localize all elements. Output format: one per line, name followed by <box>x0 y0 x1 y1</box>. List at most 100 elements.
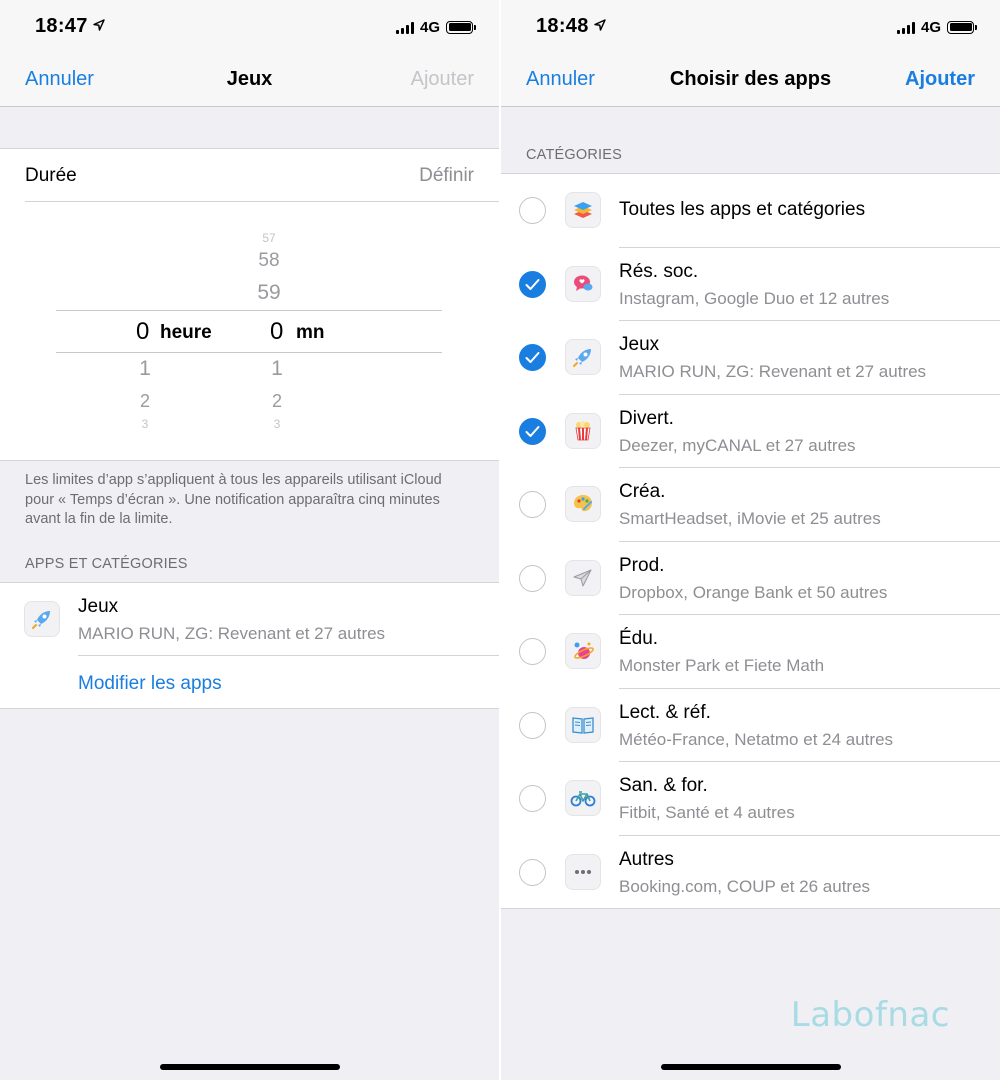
checkmark-icon <box>525 352 540 363</box>
row-divider <box>25 201 499 202</box>
paper-plane-icon <box>565 559 601 596</box>
category-subtitle: Fitbit, Santé et 4 autres <box>619 803 795 822</box>
screen-right: 18:48 4G Annuler Choisir des apps Ajoute… <box>501 0 1000 1080</box>
apps-card: Jeux MARIO RUN, ZG: Revenant et 27 autre… <box>0 582 499 709</box>
picker-hour-below: 1 <box>139 357 151 380</box>
duration-label: Durée <box>25 165 77 186</box>
category-checkbox[interactable] <box>519 785 546 812</box>
checkmark-icon <box>525 278 540 290</box>
section-header-apps: APPS ET CATÉGORIES <box>25 556 188 572</box>
category-checkbox[interactable] <box>519 197 546 224</box>
rocket-icon <box>24 601 60 637</box>
category-list: Toutes les apps et catégories Rés. soc. … <box>501 173 1000 909</box>
category-subtitle: Deezer, myCANAL et 27 autres <box>619 435 856 455</box>
home-indicator[interactable] <box>661 1064 841 1070</box>
category-checkbox[interactable] <box>519 638 546 665</box>
picker-minute-above: 58 <box>258 250 280 271</box>
nav-bar: Annuler Choisir des apps Ajouter <box>501 52 1000 107</box>
book-icon <box>565 706 601 743</box>
status-time: 18:47 <box>35 15 105 38</box>
picker-hour-below: 2 <box>139 391 150 411</box>
category-checkbox[interactable] <box>519 491 546 518</box>
category-subtitle: Météo-France, Netatmo et 24 autres <box>619 729 894 749</box>
picker-minutes-value: 0 <box>270 318 284 345</box>
category-subtitle: Booking.com, COUP et 26 autres <box>619 876 871 896</box>
category-checkbox-checked[interactable] <box>519 270 546 298</box>
category-checkbox[interactable] <box>519 711 546 739</box>
category-row-education[interactable]: Édu. Monster Park et Fiete Math <box>501 615 1000 689</box>
duration-value[interactable]: Définir <box>419 165 474 187</box>
picker-selection-bottom <box>56 352 442 353</box>
stack-icon <box>565 192 601 228</box>
home-indicator[interactable] <box>160 1064 340 1070</box>
section-header-categories: CATÉGORIES <box>526 147 622 163</box>
limits-footnote: Les limites d’app s’appliquent à tous le… <box>25 472 442 527</box>
category-checkbox[interactable] <box>519 858 546 886</box>
ellipsis-icon <box>565 853 601 890</box>
category-title: Rés. soc. <box>619 260 699 282</box>
network-type: 4G <box>419 18 440 36</box>
popcorn-icon <box>565 412 601 449</box>
bicycle-icon <box>565 780 601 816</box>
picker-hours-unit: heure <box>160 322 212 343</box>
nav-bar: Annuler Jeux Ajouter <box>0 52 499 107</box>
watermark-logo: Labofnac <box>790 995 950 1035</box>
signal-icon <box>395 21 414 34</box>
status-indicators: 4G <box>395 17 476 37</box>
category-row-productivity[interactable]: Prod. Dropbox, Orange Bank et 50 autres <box>501 542 1000 615</box>
category-title: San. & for. <box>619 775 708 796</box>
category-row-health[interactable]: San. & for. Fitbit, Santé et 4 autres <box>501 762 1000 836</box>
screen-left: 18:47 4G Annuler Jeux Ajouter Durée Défi… <box>0 0 499 1080</box>
category-title: Prod. <box>619 554 665 576</box>
category-title: Créa. <box>619 481 666 502</box>
signal-icon <box>896 21 915 34</box>
status-time-text: 18:47 <box>35 15 88 37</box>
category-title: Jeux <box>619 334 660 355</box>
picker-hours-value: 0 <box>136 318 150 345</box>
category-row-other[interactable]: Autres Booking.com, COUP et 26 autres <box>501 836 1000 910</box>
picker-minute-above: 57 <box>262 231 276 245</box>
location-arrow-icon <box>593 19 606 31</box>
picker-minute-above: 59 <box>257 281 281 304</box>
status-indicators: 4G <box>896 17 977 37</box>
add-button[interactable]: Ajouter <box>905 68 975 91</box>
picker-minute-below: 1 <box>271 357 283 380</box>
rocket-icon <box>565 339 601 375</box>
planet-icon <box>565 633 601 669</box>
status-bar: 18:48 4G <box>501 0 1000 52</box>
picker-minute-below: 3 <box>273 417 281 431</box>
category-row-all[interactable]: Toutes les apps et catégories <box>501 174 1000 248</box>
category-row-social[interactable]: Rés. soc. Instagram, Google Duo et 12 au… <box>501 248 1000 321</box>
category-row-reading[interactable]: Lect. & réf. Météo-France, Netatmo et 24… <box>501 689 1000 762</box>
add-button[interactable]: Ajouter <box>411 68 474 91</box>
status-time: 18:48 <box>536 15 606 38</box>
category-row-games[interactable]: Jeux MARIO RUN, ZG: Revenant et 27 autre… <box>501 321 1000 395</box>
status-time-text: 18:48 <box>536 15 589 37</box>
category-title: Toutes les apps et catégories <box>619 199 866 220</box>
battery-icon <box>446 20 476 34</box>
category-row-entertainment[interactable]: Divert. Deezer, myCANAL et 27 autres <box>501 395 1000 468</box>
category-row-creativity[interactable]: Créa. SmartHeadset, iMovie et 25 autres <box>501 468 1000 542</box>
picker-hour-below: 3 <box>141 417 149 431</box>
picker-minute-below: 2 <box>271 391 282 411</box>
category-subtitle: Monster Park et Fiete Math <box>619 656 825 675</box>
category-subtitle: MARIO RUN, ZG: Revenant et 27 autres <box>619 362 927 381</box>
palette-icon <box>565 486 601 522</box>
status-bar: 18:47 4G <box>0 0 499 52</box>
checkmark-icon <box>525 425 540 437</box>
row-divider <box>78 655 499 656</box>
duration-card: Durée Définir 57 58 59 0 heure 0 mn 1 2 … <box>0 148 499 461</box>
modify-apps-link[interactable]: Modifier les apps <box>78 673 222 695</box>
category-checkbox-checked[interactable] <box>519 344 546 371</box>
app-category-title: Jeux <box>78 596 119 617</box>
app-category-subtitle: MARIO RUN, ZG: Revenant et 27 autres <box>78 624 386 643</box>
category-checkbox-checked[interactable] <box>519 417 546 445</box>
category-checkbox[interactable] <box>519 564 546 592</box>
category-subtitle: Instagram, Google Duo et 12 autres <box>619 288 890 308</box>
category-title: Autres <box>619 848 674 870</box>
category-subtitle: SmartHeadset, iMovie et 25 autres <box>619 509 881 528</box>
chat-bubble-icon <box>565 265 601 302</box>
category-subtitle: Dropbox, Orange Bank et 50 autres <box>619 582 888 602</box>
picker-selection-top <box>56 310 442 311</box>
category-title: Lect. & réf. <box>619 701 711 723</box>
